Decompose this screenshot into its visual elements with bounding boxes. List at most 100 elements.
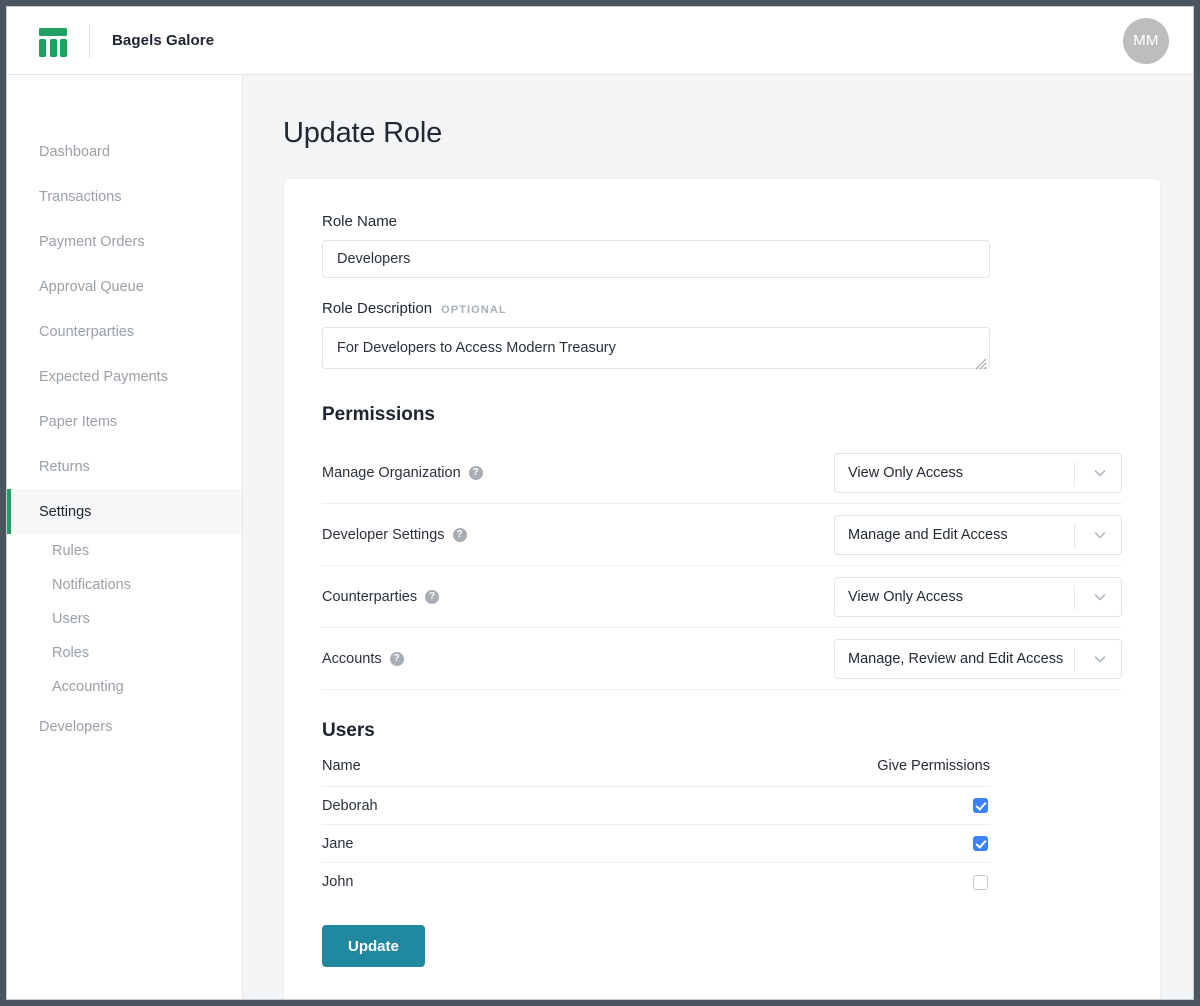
main-content: Update Role Role Name Role Description O… [243, 75, 1193, 999]
column-header-give-permissions: Give Permissions [877, 758, 990, 774]
give-permissions-checkbox[interactable] [973, 875, 988, 890]
users-heading: Users [322, 720, 1122, 742]
give-permissions-checkbox[interactable] [973, 836, 988, 851]
user-name: Deborah [322, 798, 973, 814]
sidebar-subitem-users[interactable]: Users [7, 602, 242, 636]
permissions-heading: Permissions [322, 404, 1122, 426]
select-separator [1074, 586, 1075, 610]
role-description-textarea-wrap: For Developers to Access Modern Treasury [322, 327, 990, 374]
user-name: John [322, 874, 973, 890]
body-split: Dashboard Transactions Payment Orders Ap… [7, 75, 1193, 999]
sidebar-subitem-label: Notifications [52, 577, 131, 593]
select-value: Manage, Review and Edit Access [835, 651, 1063, 667]
permission-row-accounts: Accounts ? Manage, Review and Edit Acces… [322, 628, 1122, 690]
permission-row-manage-organization: Manage Organization ? View Only Access [322, 442, 1122, 504]
sidebar-item-approval-queue[interactable]: Approval Queue [7, 264, 242, 309]
role-name-label: Role Name [322, 213, 1122, 230]
help-circle-icon[interactable]: ? [425, 590, 439, 604]
permission-label: Accounts ? [322, 651, 834, 667]
permission-row-developer-settings: Developer Settings ? Manage and Edit Acc… [322, 504, 1122, 566]
permission-label-text: Counterparties [322, 589, 417, 605]
permission-select-developer-settings[interactable]: Manage and Edit Access [834, 515, 1122, 555]
modern-treasury-logo-icon [37, 25, 69, 57]
sidebar-subitem-label: Roles [52, 645, 89, 661]
sidebar-subitem-accounting[interactable]: Accounting [7, 670, 242, 704]
sidebar: Dashboard Transactions Payment Orders Ap… [7, 75, 243, 999]
chevron-down-icon [1092, 589, 1108, 605]
select-value: Manage and Edit Access [835, 527, 1008, 543]
select-separator [1074, 462, 1075, 486]
sidebar-item-label: Dashboard [39, 144, 110, 160]
help-circle-icon[interactable]: ? [469, 466, 483, 480]
give-permissions-checkbox[interactable] [973, 798, 988, 813]
app-window: Bagels Galore MM Dashboard Transactions … [6, 6, 1194, 1000]
sidebar-item-expected-payments[interactable]: Expected Payments [7, 354, 242, 399]
sidebar-item-label: Paper Items [39, 414, 117, 430]
sidebar-item-label: Developers [39, 719, 112, 735]
sidebar-item-label: Approval Queue [39, 279, 144, 295]
role-description-label: Role Description OPTIONAL [322, 300, 1122, 317]
permission-label: Counterparties ? [322, 589, 834, 605]
sidebar-item-label: Counterparties [39, 324, 134, 340]
page-title: Update Role [283, 117, 1161, 150]
avatar[interactable]: MM [1123, 18, 1169, 64]
permission-label: Developer Settings ? [322, 527, 834, 543]
optional-badge: OPTIONAL [441, 304, 507, 316]
role-description-textarea[interactable]: For Developers to Access Modern Treasury [322, 327, 990, 369]
help-circle-icon[interactable]: ? [453, 528, 467, 542]
sidebar-item-label: Payment Orders [39, 234, 145, 250]
sidebar-item-returns[interactable]: Returns [7, 444, 242, 489]
sidebar-subitem-rules[interactable]: Rules [7, 534, 242, 568]
table-row: John [322, 863, 990, 901]
sidebar-subitem-label: Accounting [52, 679, 124, 695]
permission-label-text: Accounts [322, 651, 382, 667]
permission-label: Manage Organization ? [322, 465, 834, 481]
sidebar-item-settings[interactable]: Settings [7, 489, 242, 534]
sidebar-item-counterparties[interactable]: Counterparties [7, 309, 242, 354]
permission-label-text: Developer Settings [322, 527, 445, 543]
sidebar-subitem-label: Rules [52, 543, 89, 559]
role-name-input[interactable] [322, 240, 990, 278]
role-name-field: Role Name [322, 213, 1122, 278]
sidebar-subitem-notifications[interactable]: Notifications [7, 568, 242, 602]
column-header-name: Name [322, 758, 877, 774]
sidebar-subitem-label: Users [52, 611, 90, 627]
help-circle-icon[interactable]: ? [390, 652, 404, 666]
table-row: Deborah [322, 787, 990, 825]
role-description-label-text: Role Description [322, 300, 432, 317]
update-role-card: Role Name Role Description OPTIONAL For … [283, 178, 1161, 999]
chevron-down-icon [1092, 527, 1108, 543]
sidebar-item-paper-items[interactable]: Paper Items [7, 399, 242, 444]
chevron-down-icon [1092, 651, 1108, 667]
sidebar-item-label: Expected Payments [39, 369, 168, 385]
permission-row-counterparties: Counterparties ? View Only Access [322, 566, 1122, 628]
select-value: View Only Access [835, 589, 963, 605]
select-separator [1074, 524, 1075, 548]
user-name: Jane [322, 836, 973, 852]
users-table: Name Give Permissions Deborah Jane John [322, 758, 990, 901]
users-table-header: Name Give Permissions [322, 758, 990, 787]
sidebar-item-label: Settings [39, 504, 91, 520]
sidebar-item-label: Returns [39, 459, 90, 475]
organization-name: Bagels Galore [112, 32, 214, 49]
sidebar-item-payment-orders[interactable]: Payment Orders [7, 219, 242, 264]
permission-label-text: Manage Organization [322, 465, 461, 481]
permission-select-accounts[interactable]: Manage, Review and Edit Access [834, 639, 1122, 679]
sidebar-subitem-roles[interactable]: Roles [7, 636, 242, 670]
sidebar-item-label: Transactions [39, 189, 121, 205]
select-value: View Only Access [835, 465, 963, 481]
permission-select-counterparties[interactable]: View Only Access [834, 577, 1122, 617]
permission-select-manage-organization[interactable]: View Only Access [834, 453, 1122, 493]
select-separator [1074, 648, 1075, 672]
role-name-label-text: Role Name [322, 213, 397, 230]
chevron-down-icon [1092, 465, 1108, 481]
role-description-field: Role Description OPTIONAL For Developers… [322, 300, 1122, 374]
top-bar: Bagels Galore MM [7, 7, 1193, 75]
sidebar-item-developers[interactable]: Developers [7, 704, 242, 749]
brand[interactable]: Bagels Galore [37, 24, 214, 58]
table-row: Jane [322, 825, 990, 863]
brand-divider [89, 24, 90, 58]
sidebar-item-dashboard[interactable]: Dashboard [7, 129, 242, 174]
update-button[interactable]: Update [322, 925, 425, 967]
sidebar-item-transactions[interactable]: Transactions [7, 174, 242, 219]
